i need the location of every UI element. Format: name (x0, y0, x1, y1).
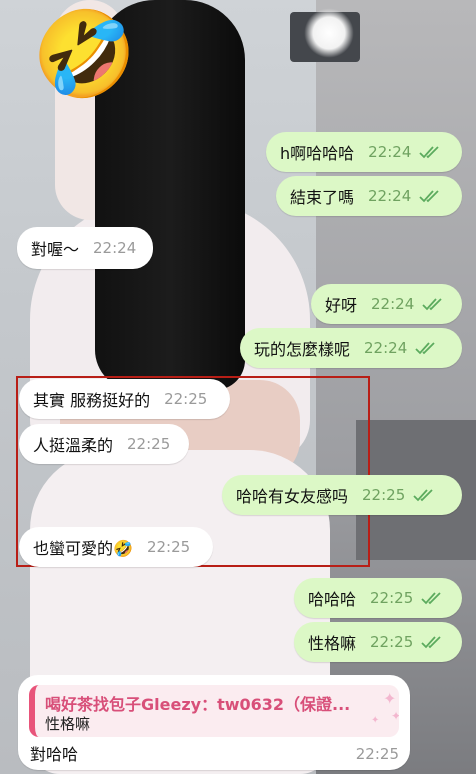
reply-message-bubble[interactable]: 喝好茶找包子Gleezy：tw0632（保證... 性格嘛 ✦ ✦ ✦ 對哈哈 … (18, 675, 410, 770)
quoted-message[interactable]: 喝好茶找包子Gleezy：tw0632（保證... 性格嘛 ✦ ✦ ✦ (29, 685, 399, 737)
message-text: 人挺溫柔的 (33, 436, 114, 455)
double-check-read-icon (413, 488, 439, 502)
quoted-sender-name: 喝好茶找包子Gleezy：tw0632（保證... (45, 695, 351, 714)
double-check-read-icon (422, 297, 448, 311)
message-time: 22:25 (362, 486, 406, 504)
message-bubble-outgoing[interactable]: 玩的怎麼樣呢 22:24 (240, 328, 462, 368)
message-time: 22:25 (164, 390, 208, 408)
message-text: 哈哈有女友感吗 (236, 487, 349, 506)
sparkle-icon: ✦ (383, 689, 397, 708)
message-time: 22:25 (127, 435, 171, 453)
message-bubble-incoming[interactable]: 人挺溫柔的 22:25 (19, 424, 189, 464)
double-check-read-icon (415, 341, 441, 355)
message-text: 其實 服務挺好的 (33, 391, 151, 410)
message-time: 22:25 (355, 745, 399, 763)
message-bubble-outgoing[interactable]: 結束了嗎 22:24 (276, 176, 462, 216)
message-bubble-outgoing[interactable]: 哈哈哈 22:25 (294, 578, 462, 618)
message-bubble-outgoing[interactable]: 性格嘛 22:25 (294, 622, 462, 662)
quoted-text: 性格嘛 (45, 715, 91, 733)
message-text: 哈哈哈 (308, 590, 357, 609)
sparkle-icon: ✦ (391, 709, 399, 723)
message-bubble-incoming[interactable]: 其實 服務挺好的 22:25 (19, 379, 230, 419)
message-time: 22:24 (93, 239, 137, 257)
message-text: h啊哈哈哈 (280, 144, 355, 163)
double-check-read-icon (419, 145, 445, 159)
message-bubble-incoming[interactable]: 也蠻可愛的🤣 22:25 (19, 527, 213, 567)
message-time: 22:25 (370, 633, 414, 651)
message-time: 22:25 (370, 589, 414, 607)
double-check-read-icon (419, 189, 445, 203)
double-check-read-icon (421, 635, 447, 649)
message-text: 對喔～ (31, 240, 80, 259)
message-text: 對哈哈 (30, 745, 79, 764)
message-text: 也蠻可愛的🤣 (33, 539, 133, 558)
message-text: 性格嘛 (308, 634, 357, 653)
message-text: 玩的怎麼樣呢 (254, 340, 351, 359)
message-time: 22:24 (368, 143, 412, 161)
message-bubble-incoming[interactable]: 對喔～ 22:24 (17, 227, 153, 269)
message-bubble-outgoing[interactable]: 哈哈有女友感吗 22:25 (222, 475, 462, 515)
sparkle-icon: ✦ (371, 715, 380, 726)
double-check-read-icon (421, 591, 447, 605)
message-bubble-outgoing[interactable]: 好呀 22:24 (311, 284, 462, 324)
message-time: 22:25 (146, 538, 191, 556)
message-time: 22:24 (371, 295, 415, 313)
message-text: 好呀 (325, 296, 358, 315)
laughing-face-sticker[interactable]: 🤣 (32, 6, 137, 102)
message-time: 22:24 (368, 187, 412, 205)
message-text: 結束了嗎 (290, 188, 355, 207)
message-bubble-outgoing[interactable]: h啊哈哈哈 22:24 (266, 132, 462, 172)
message-time: 22:24 (364, 339, 408, 357)
